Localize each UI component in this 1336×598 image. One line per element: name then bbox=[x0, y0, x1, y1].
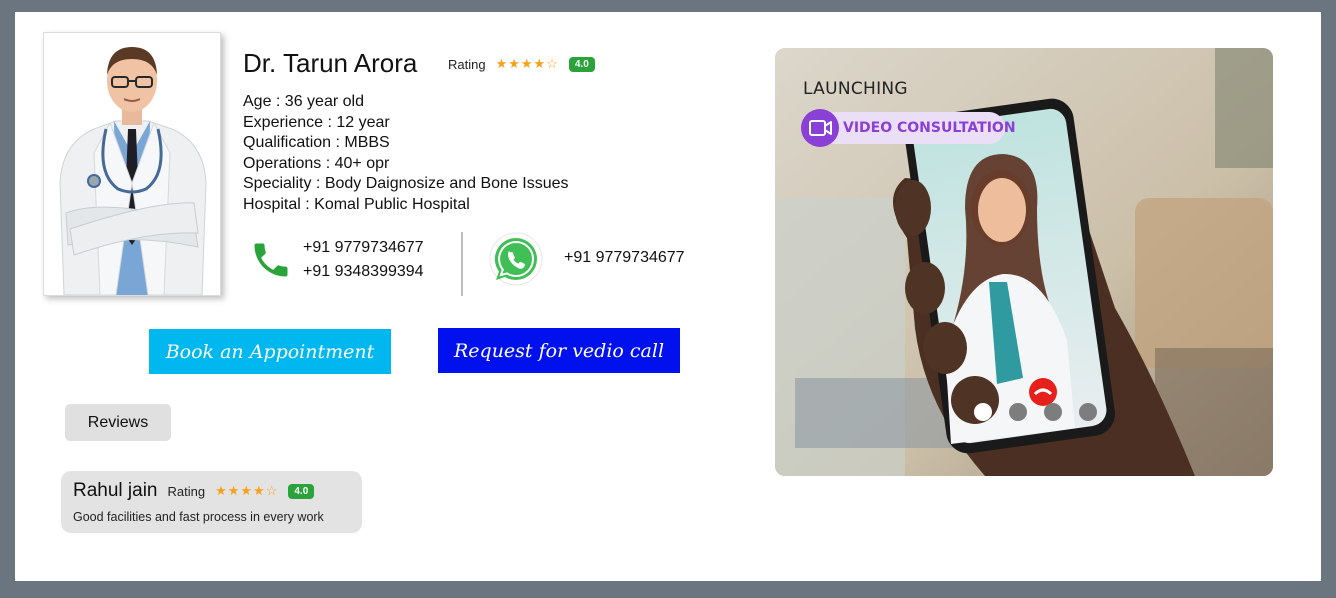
whatsapp-number[interactable]: +91 9779734677 bbox=[564, 249, 685, 267]
video-camera-icon bbox=[801, 109, 839, 147]
review-rating-badge: 4.0 bbox=[288, 483, 315, 499]
book-appointment-button[interactable]: Book an Appointment bbox=[149, 329, 391, 374]
phone-icon[interactable] bbox=[249, 238, 293, 282]
reviewer-name: Rahul jain bbox=[73, 480, 158, 501]
detail-speciality: Speciality : Body Daignosize and Bone Is… bbox=[243, 175, 569, 192]
contact-row: +91 9779734677 +91 9348399394 +91 977973… bbox=[243, 232, 713, 298]
detail-age: Age : 36 year old bbox=[243, 93, 364, 110]
contact-divider bbox=[461, 232, 463, 296]
doctor-profile-card: Dr. Tarun Arora Rating ★★★★☆ 4.0 Age : 3… bbox=[15, 12, 1321, 581]
reviews-button[interactable]: Reviews bbox=[65, 404, 171, 441]
review-card: Rahul jain Rating ★★★★☆ 4.0 Good facilit… bbox=[61, 471, 362, 533]
request-video-call-button[interactable]: Request for vedio call bbox=[438, 328, 680, 373]
rating-label: Rating bbox=[448, 56, 486, 72]
review-rating-label: Rating bbox=[167, 483, 206, 499]
doctor-rating: Rating ★★★★☆ 4.0 bbox=[448, 56, 595, 72]
carousel-dot-4[interactable] bbox=[1079, 403, 1097, 421]
phone-numbers: +91 9779734677 +91 9348399394 bbox=[303, 236, 424, 284]
carousel-dot-2[interactable] bbox=[1009, 403, 1027, 421]
carousel-dot-3[interactable] bbox=[1044, 403, 1062, 421]
detail-experience: Experience : 12 year bbox=[243, 113, 390, 131]
whatsapp-icon[interactable] bbox=[489, 232, 543, 286]
star-rating-icons: ★★★★☆ bbox=[495, 56, 559, 71]
rating-badge: 4.0 bbox=[568, 56, 595, 72]
detail-hospital: Hospital : Komal Public Hospital bbox=[243, 195, 470, 213]
doctor-photo bbox=[43, 32, 221, 296]
detail-qualification: Qualification : MBBS bbox=[243, 134, 390, 151]
detail-operations: Operations : 40+ opr bbox=[243, 154, 390, 172]
phone-number-secondary[interactable]: +91 9348399394 bbox=[303, 260, 424, 284]
review-header: Rahul jain Rating ★★★★☆ 4.0 bbox=[73, 480, 315, 502]
doctor-details: Age : 36 year old Experience : 12 year Q… bbox=[243, 92, 569, 215]
review-star-icons: ★★★★☆ bbox=[215, 483, 279, 498]
carousel-dot-1[interactable] bbox=[974, 403, 992, 421]
banner-kicker: LAUNCHING bbox=[803, 79, 908, 99]
carousel-dots bbox=[974, 403, 1097, 421]
phone-number-primary[interactable]: +91 9779734677 bbox=[303, 236, 424, 260]
review-text: Good facilities and fast process in ever… bbox=[73, 510, 324, 524]
video-consultation-banner[interactable]: LAUNCHING VIDEO CONSULTATION bbox=[775, 48, 1273, 476]
doctor-name: Dr. Tarun Arora bbox=[243, 48, 418, 78]
video-consultation-label: VIDEO CONSULTATION bbox=[843, 120, 1016, 136]
video-consultation-pill: VIDEO CONSULTATION bbox=[801, 109, 1016, 147]
doctor-illustration bbox=[44, 33, 220, 295]
